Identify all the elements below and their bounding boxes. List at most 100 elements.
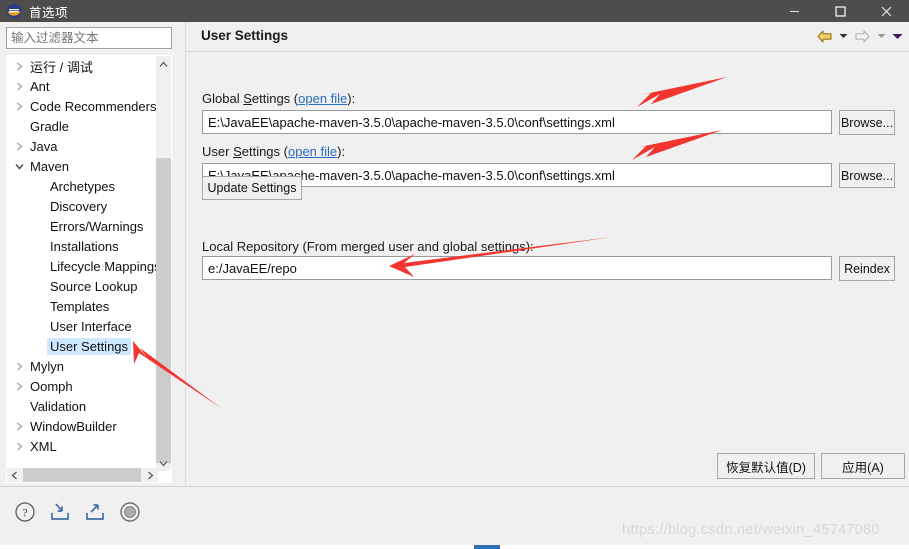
tree-item[interactable]: 运行 / 调试 bbox=[7, 56, 158, 76]
tree-item-label: Java bbox=[30, 138, 58, 154]
chevron-right-icon[interactable] bbox=[11, 416, 27, 436]
tree-item[interactable]: Java bbox=[7, 136, 158, 156]
help-icon[interactable]: ? bbox=[12, 499, 38, 525]
tree-item[interactable]: User Settings bbox=[7, 336, 158, 356]
global-settings-mnemonic: S bbox=[243, 91, 252, 106]
tree-vertical-scrollbar[interactable] bbox=[156, 56, 171, 471]
page-menu-chevron-down-icon[interactable] bbox=[890, 26, 904, 46]
tree-item-label: Validation bbox=[30, 398, 87, 414]
chevron-right-icon[interactable] bbox=[11, 96, 27, 116]
tree-item[interactable]: Source Lookup bbox=[7, 276, 158, 296]
tree-item-spacer bbox=[11, 116, 27, 136]
tree-item-label: Mylyn bbox=[30, 358, 64, 374]
taskbar-indicator bbox=[474, 545, 500, 549]
page-header: User Settings bbox=[186, 22, 909, 52]
tree-item-label: Lifecycle Mappings bbox=[50, 258, 158, 274]
user-settings-label-pre: User bbox=[202, 144, 234, 159]
minimize-icon[interactable] bbox=[771, 0, 817, 22]
page-title: User Settings bbox=[201, 28, 289, 43]
chevron-right-icon[interactable] bbox=[11, 136, 27, 156]
user-settings-open-file-link[interactable]: open file bbox=[288, 144, 337, 159]
close-icon[interactable] bbox=[863, 0, 909, 22]
preferences-tree-container: 运行 / 调试 Ant Code Recommenders Gradle Java Mav… bbox=[6, 55, 172, 483]
footer-icons: ? bbox=[12, 499, 143, 525]
user-settings-label-post: ettings ( bbox=[241, 144, 288, 159]
tree-item[interactable]: Ant bbox=[7, 76, 158, 96]
reindex-button[interactable]: Reindex bbox=[839, 256, 895, 281]
global-settings-browse-button[interactable]: Browse... bbox=[839, 110, 895, 135]
user-settings-mnemonic: S bbox=[233, 144, 242, 159]
forward-arrow-icon[interactable] bbox=[852, 26, 872, 46]
tree-item-label: Ant bbox=[30, 78, 50, 94]
tree-item-label: Oomph bbox=[30, 378, 73, 394]
tree-item-label: Gradle bbox=[30, 118, 70, 134]
global-settings-input[interactable] bbox=[202, 110, 832, 134]
page-navigation bbox=[814, 26, 904, 46]
tree-item[interactable]: Validation bbox=[7, 396, 158, 416]
tree-item-label: Errors/Warnings bbox=[50, 218, 144, 234]
chevron-right-icon[interactable] bbox=[11, 56, 27, 76]
tree-item-label: Archetypes bbox=[50, 178, 116, 194]
chevron-right-icon[interactable] bbox=[11, 436, 27, 456]
tree-item-label: Discovery bbox=[50, 198, 108, 214]
maximize-icon[interactable] bbox=[817, 0, 863, 22]
chevron-right-icon[interactable] bbox=[11, 376, 27, 396]
tree-item[interactable]: Oomph bbox=[7, 376, 158, 396]
scroll-up-icon[interactable] bbox=[156, 56, 171, 72]
import-icon[interactable] bbox=[47, 499, 73, 525]
user-settings-browse-button[interactable]: Browse... bbox=[839, 163, 895, 188]
user-settings-label: User Settings (open file): bbox=[202, 144, 345, 159]
svg-text:?: ? bbox=[22, 508, 27, 520]
tree-item[interactable]: Installations bbox=[7, 236, 158, 256]
global-settings-label: Global Settings (open file): bbox=[202, 91, 355, 106]
tree-item[interactable]: Archetypes bbox=[7, 176, 158, 196]
back-arrow-icon[interactable] bbox=[814, 26, 834, 46]
apply-button[interactable]: 应用(A) bbox=[821, 453, 905, 479]
eclipse-icon bbox=[6, 3, 22, 19]
back-history-chevron-down-icon[interactable] bbox=[836, 26, 850, 46]
tree-item[interactable]: WindowBuilder bbox=[7, 416, 158, 436]
tree-item[interactable]: XML bbox=[7, 436, 158, 456]
local-repository-input[interactable] bbox=[202, 256, 832, 280]
export-icon[interactable] bbox=[82, 499, 108, 525]
chevron-down-icon[interactable] bbox=[11, 156, 27, 176]
preferences-tree[interactable]: 运行 / 调试 Ant Code Recommenders Gradle Java Mav… bbox=[7, 56, 158, 471]
title-bar: 首选项 bbox=[0, 0, 909, 22]
restore-defaults-button[interactable]: 恢复默认值(D) bbox=[717, 453, 815, 479]
update-settings-button[interactable]: Update Settings bbox=[202, 176, 302, 200]
tree-item[interactable]: Mylyn bbox=[7, 356, 158, 376]
tree-item-spacer bbox=[11, 396, 27, 416]
tree-item[interactable]: Gradle bbox=[7, 116, 158, 136]
tree-horizontal-scrollbar[interactable] bbox=[7, 468, 158, 482]
scroll-down-icon[interactable] bbox=[156, 455, 171, 471]
preferences-sidebar: 运行 / 调试 Ant Code Recommenders Gradle Java Mav… bbox=[0, 22, 185, 486]
tree-item[interactable]: Errors/Warnings bbox=[7, 216, 158, 236]
tree-item-label: Code Recommenders bbox=[30, 98, 157, 114]
tree-item-label: User Settings bbox=[47, 337, 132, 355]
tree-item-label: Installations bbox=[50, 238, 119, 254]
filter-input[interactable] bbox=[6, 27, 172, 49]
scroll-right-icon[interactable] bbox=[143, 468, 158, 482]
tree-item[interactable]: User Interface bbox=[7, 316, 158, 336]
chevron-right-icon[interactable] bbox=[11, 356, 27, 376]
global-settings-open-file-link[interactable]: open file bbox=[298, 91, 347, 106]
forward-history-chevron-down-icon[interactable] bbox=[874, 26, 888, 46]
tree-item[interactable]: Maven bbox=[7, 156, 158, 176]
scroll-left-icon[interactable] bbox=[7, 468, 22, 482]
settings-page: User Settings Global Settings (open file… bbox=[185, 22, 909, 486]
tree-item-label: Maven bbox=[30, 158, 70, 174]
tree-scroll-thumb[interactable] bbox=[156, 158, 171, 463]
tree-item[interactable]: Code Recommenders bbox=[7, 96, 158, 116]
tree-item-label: WindowBuilder bbox=[30, 418, 117, 434]
tree-item-label: XML bbox=[30, 438, 57, 454]
tree-item[interactable]: Lifecycle Mappings bbox=[7, 256, 158, 276]
tree-hscroll-thumb[interactable] bbox=[23, 468, 141, 482]
bottom-strip bbox=[0, 545, 909, 549]
chevron-right-icon[interactable] bbox=[11, 76, 27, 96]
tree-item[interactable]: Discovery bbox=[7, 196, 158, 216]
toggle-icon[interactable] bbox=[117, 499, 143, 525]
tree-item[interactable]: Templates bbox=[7, 296, 158, 316]
tree-item-label: 运行 / 调试 bbox=[30, 59, 93, 75]
tree-item-label: Templates bbox=[50, 298, 110, 314]
local-repository-label: Local Repository (From merged user and g… bbox=[202, 239, 534, 254]
